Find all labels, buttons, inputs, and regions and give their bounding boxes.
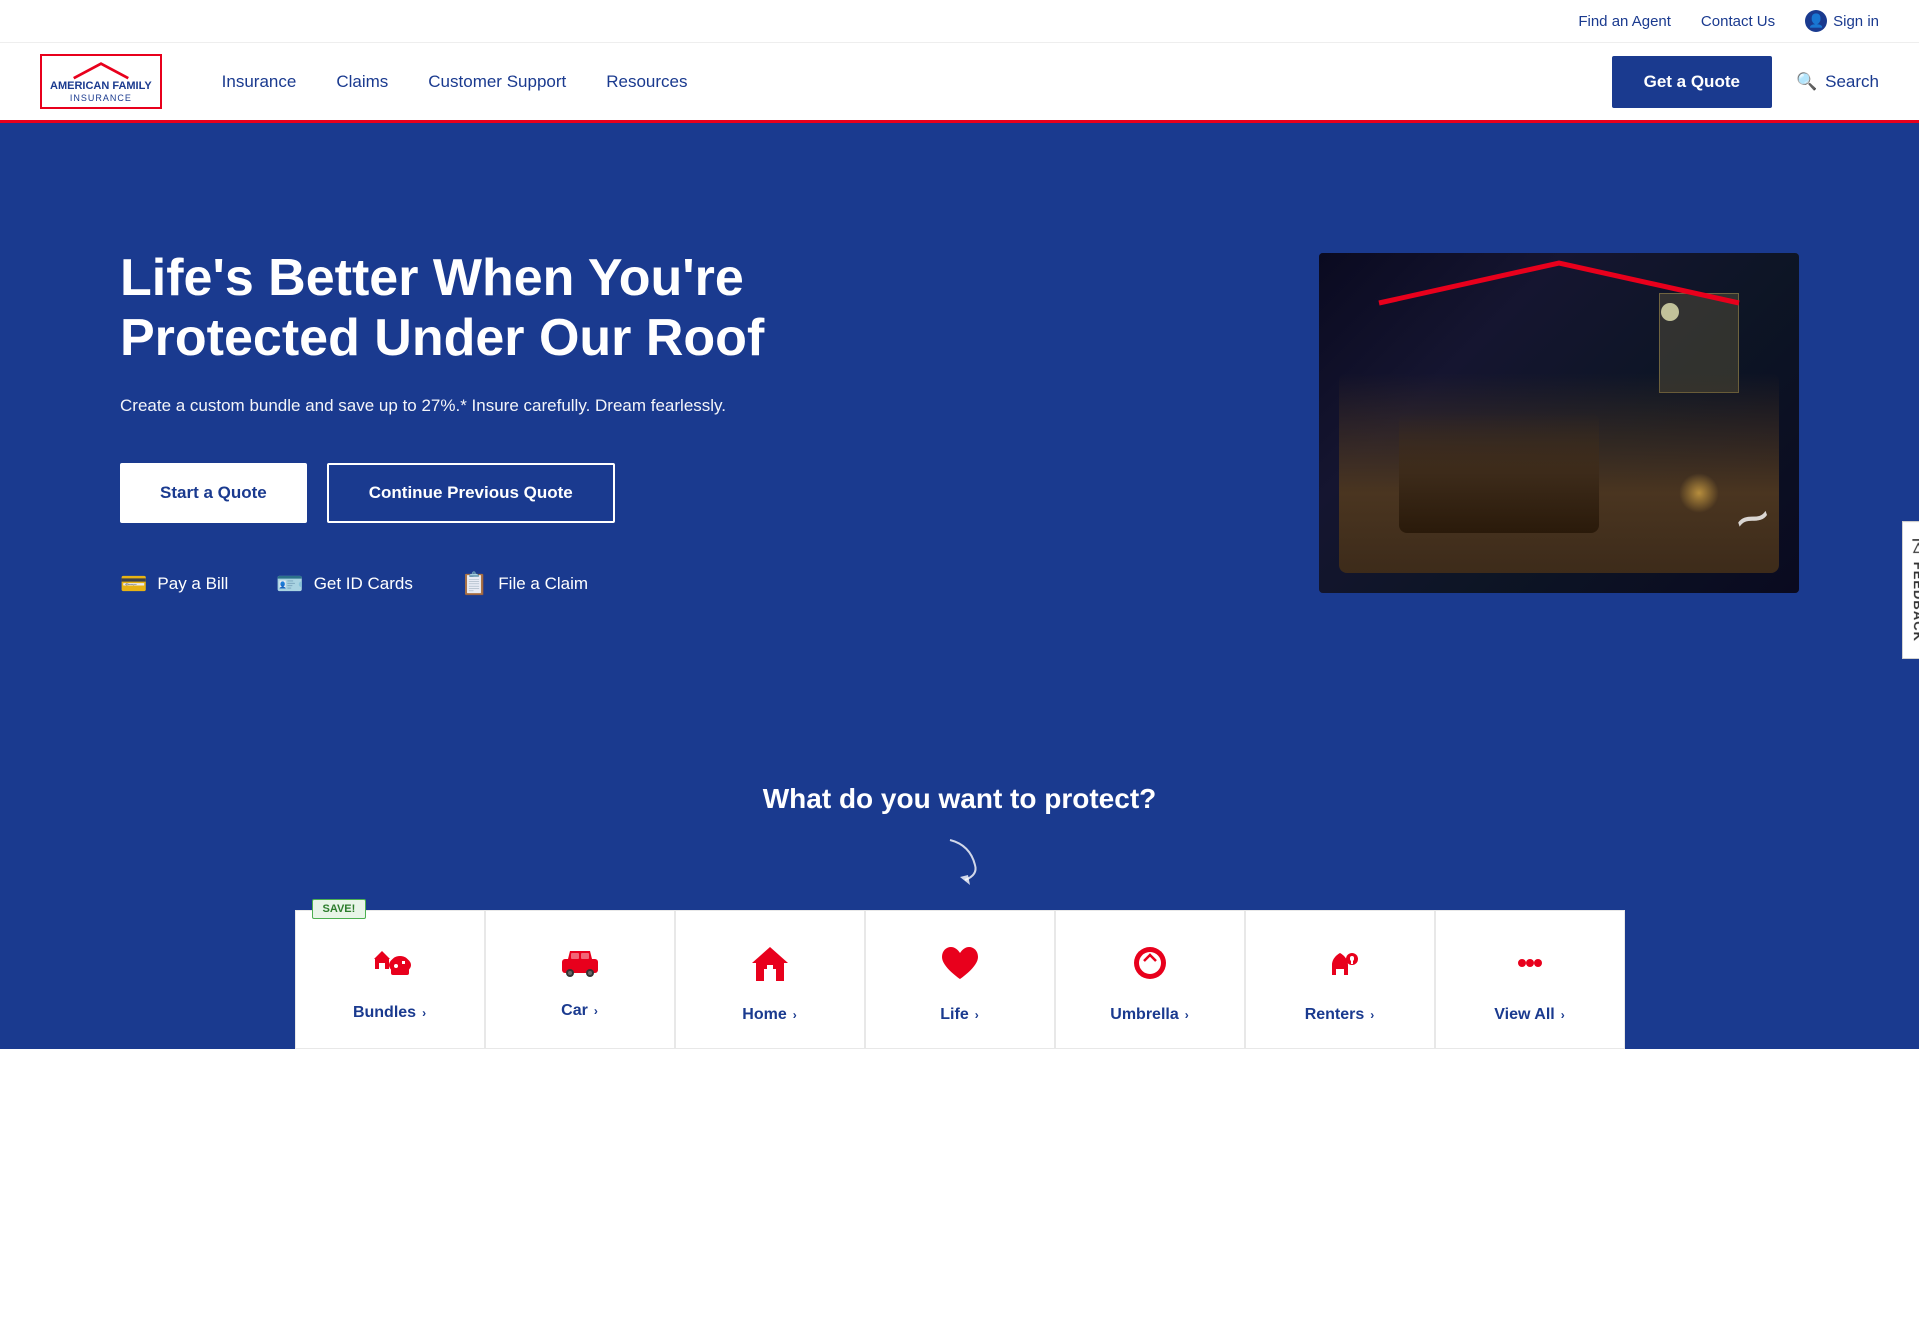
continue-quote-button[interactable]: Continue Previous Quote [327,463,615,523]
nav-resources[interactable]: Resources [606,72,687,92]
protect-title: What do you want to protect? [40,783,1879,815]
nav-links: Insurance Claims Customer Support Resour… [222,72,1612,92]
credit-card-icon: 💳 [120,571,147,597]
bundles-chevron: › [422,1006,426,1020]
feedback-tab[interactable]: |◁ FEEDBACK [1902,521,1919,659]
nav-customer-support[interactable]: Customer Support [428,72,566,92]
renters-chevron: › [1370,1008,1374,1022]
umbrella-card[interactable]: Umbrella › [1055,910,1245,1049]
view-all-card[interactable]: View All › [1435,910,1625,1049]
view-all-chevron: › [1561,1008,1565,1022]
person-silhouette [1399,413,1599,533]
life-card[interactable]: Life › [865,910,1055,1049]
renters-card[interactable]: Renters › [1245,910,1435,1049]
logo-text-amfam: AMERICAN FAMILY [50,80,152,92]
pay-bill-link[interactable]: 💳 Pay a Bill [120,571,228,597]
bundles-card[interactable]: SAVE! [295,910,485,1049]
life-icon [938,943,982,992]
file-icon: 📋 [461,571,488,597]
hero-roof-graphic [1319,253,1799,313]
home-chevron: › [793,1008,797,1022]
logo-text-ins: INSURANCE [70,93,132,103]
get-quote-button[interactable]: Get a Quote [1612,56,1772,108]
nav-claims[interactable]: Claims [336,72,388,92]
logo[interactable]: AMERICAN FAMILY INSURANCE [40,54,162,108]
umbrella-chevron: › [1185,1008,1189,1022]
sign-in-button[interactable]: 👤 Sign in [1805,10,1879,32]
id-card-icon: 🪪 [276,571,303,597]
main-nav: AMERICAN FAMILY INSURANCE Insurance Clai… [0,43,1919,123]
protect-section: What do you want to protect? SAVE! [0,743,1919,1049]
hero-subtitle: Create a custom bundle and save up to 27… [120,393,800,419]
product-cards: SAVE! [40,910,1879,1049]
renters-label: Renters › [1305,1006,1375,1024]
nav-right: Get a Quote 🔍 Search [1612,56,1879,108]
user-icon: 👤 [1805,10,1827,32]
file-claim-link[interactable]: 📋 File a Claim [461,571,588,597]
get-id-cards-link[interactable]: 🪪 Get ID Cards [276,571,413,597]
logo-box: AMERICAN FAMILY INSURANCE [40,54,162,108]
car-chevron: › [594,1004,598,1018]
find-agent-link[interactable]: Find an Agent [1578,13,1671,30]
view-all-icon [1508,943,1552,992]
hero-image-scene: ~ [1319,253,1799,593]
feedback-icon: |◁ [1911,538,1919,554]
renters-icon [1318,943,1362,992]
hero-image: ~ [1319,253,1799,593]
top-bar: Find an Agent Contact Us 👤 Sign in [0,0,1919,43]
search-button[interactable]: 🔍 Search [1796,72,1879,92]
home-icon [748,943,792,992]
hero-buttons: Start a Quote Continue Previous Quote [120,463,800,523]
nav-insurance[interactable]: Insurance [222,72,297,92]
bundles-label: Bundles › [353,1004,426,1022]
lamp [1679,473,1719,513]
life-chevron: › [975,1008,979,1022]
bundles-icon [362,943,417,990]
contact-us-link[interactable]: Contact Us [1701,13,1775,30]
view-all-label: View All › [1494,1006,1564,1024]
car-icon [556,943,604,988]
start-quote-button[interactable]: Start a Quote [120,463,307,523]
home-label: Home › [742,1006,796,1024]
umbrella-icon [1128,943,1172,992]
logo-roof-icon [66,60,136,80]
umbrella-label: Umbrella › [1110,1006,1188,1024]
save-badge: SAVE! [312,899,367,919]
hero-content: Life's Better When You're Protected Unde… [120,249,800,596]
quick-links: 💳 Pay a Bill 🪪 Get ID Cards 📋 File a Cla… [120,571,800,597]
life-label: Life › [940,1006,978,1024]
search-icon: 🔍 [1796,72,1817,92]
hero-section: Life's Better When You're Protected Unde… [0,123,1919,743]
home-card[interactable]: Home › [675,910,865,1049]
hero-title: Life's Better When You're Protected Unde… [120,249,800,369]
car-card[interactable]: Car › [485,910,675,1049]
protect-arrow-decoration [920,835,1000,885]
car-label: Car › [561,1002,598,1020]
